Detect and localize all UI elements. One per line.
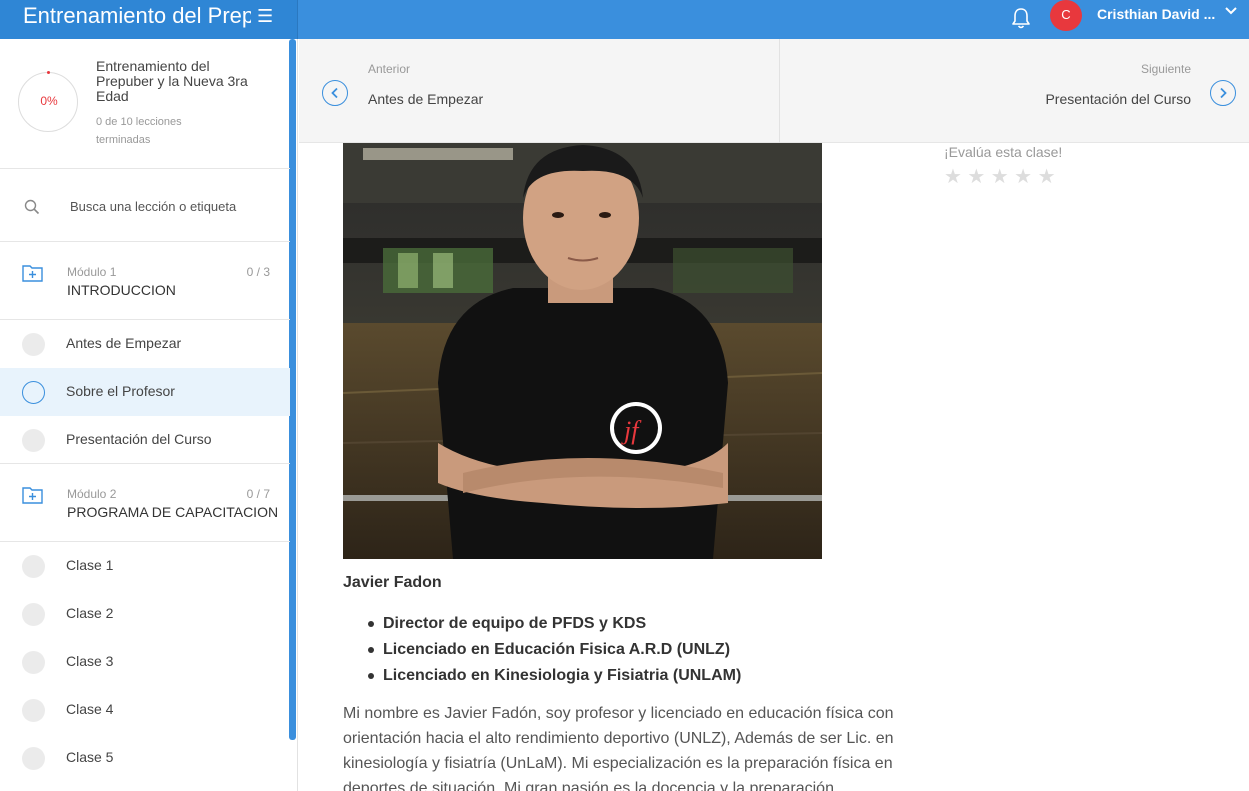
module-1[interactable]: Módulo 1 INTRODUCCION 0 / 3 <box>0 242 290 320</box>
brand-area: Entrenamiento del Prepuber y la Nueva 3r… <box>0 0 298 39</box>
course-header: 0% Entrenamiento del Prepuber y la Nueva… <box>0 39 290 169</box>
course-title: Entrenamiento del Prepuber y la Nueva 3r… <box>96 58 248 104</box>
previous-title: Antes de Empezar <box>368 91 484 107</box>
progress-tick <box>47 71 50 74</box>
bio-paragraph: Mi nombre es Javier Fadón, soy profesor … <box>343 705 894 791</box>
lesson-status-circle <box>22 555 45 578</box>
search-icon <box>24 199 40 215</box>
app-title[interactable]: Entrenamiento del Prepuber y la Nueva 3r… <box>23 3 251 29</box>
course-progress-text: 0 de 10 lecciones terminadas <box>96 116 182 146</box>
credentials-list: Director de equipo de PFDS y KDS Licenci… <box>367 611 741 689</box>
hamburger-icon[interactable]: ☰ <box>257 5 273 27</box>
lesson-navigation: Anterior Antes de Empezar Siguiente Pres… <box>299 39 1249 143</box>
lesson-label: Clase 3 <box>66 653 114 669</box>
rating-stars: ★ ★ ★ ★ ★ <box>944 166 1057 188</box>
rating-label: ¡Evalúa esta clase! <box>944 144 1063 160</box>
lesson-status-circle <box>22 333 45 356</box>
chevron-left-icon <box>322 80 348 106</box>
lesson-clase-4[interactable]: Clase 4 <box>0 686 290 734</box>
lesson-presentacion-del-curso[interactable]: Presentación del Curso <box>0 416 290 464</box>
lesson-label: Clase 4 <box>66 701 114 717</box>
next-title: Presentación del Curso <box>1045 91 1191 107</box>
instructor-photo: jf <box>343 143 822 559</box>
star-icon[interactable]: ★ <box>967 166 985 188</box>
credential-item: Licenciado en Educación Fisica A.R.D (UN… <box>367 637 741 663</box>
progress-ring: 0% <box>18 71 78 132</box>
lesson-clase-2[interactable]: Clase 2 <box>0 590 290 638</box>
lesson-status-circle <box>22 651 45 674</box>
user-name[interactable]: Cristhian David ... <box>1097 5 1215 23</box>
chevron-down-icon[interactable] <box>1224 4 1238 18</box>
sidebar: 0% Entrenamiento del Prepuber y la Nueva… <box>0 39 298 791</box>
chevron-right-icon <box>1210 80 1236 106</box>
lesson-search <box>0 169 290 242</box>
author-name: Javier Fadon <box>343 574 442 591</box>
lesson-status-circle <box>22 603 45 626</box>
lesson-status-circle <box>22 381 45 404</box>
lesson-sobre-el-profesor[interactable]: Sobre el Profesor <box>0 368 290 416</box>
lesson-antes-de-empezar[interactable]: Antes de Empezar <box>0 320 290 368</box>
lesson-label: Antes de Empezar <box>66 335 182 351</box>
star-icon[interactable]: ★ <box>1014 166 1032 188</box>
folder-plus-icon <box>22 265 43 282</box>
credential-item: Licenciado en Kinesiologia y Fisiatria (… <box>367 663 741 689</box>
lesson-label: Sobre el Profesor <box>66 383 175 399</box>
module-count: 0 / 7 <box>246 487 270 501</box>
lesson-clase-5[interactable]: Clase 5 <box>0 734 290 782</box>
progress-percent: 0% <box>40 94 58 108</box>
star-icon[interactable]: ★ <box>991 166 1009 188</box>
lesson-label: Clase 1 <box>66 557 114 573</box>
lesson-status-circle <box>22 699 45 722</box>
star-icon[interactable]: ★ <box>1038 166 1056 188</box>
credential-item: Director de equipo de PFDS y KDS <box>367 611 741 637</box>
lesson-status-circle <box>22 429 45 452</box>
previous-lesson-button[interactable]: Anterior Antes de Empezar <box>299 39 780 143</box>
module-name: INTRODUCCION <box>67 282 176 298</box>
module-number: Módulo 1 <box>67 265 117 279</box>
search-input[interactable] <box>70 195 270 217</box>
module-number: Módulo 2 <box>67 487 117 501</box>
star-icon[interactable]: ★ <box>944 166 962 188</box>
next-label: Siguiente <box>1140 62 1191 76</box>
lesson-clase-1[interactable]: Clase 1 <box>0 542 290 590</box>
lesson-label: Clase 2 <box>66 605 114 621</box>
module-name: PROGRAMA DE CAPACITACION <box>67 504 279 520</box>
lesson-label: Clase 5 <box>66 749 114 765</box>
sidebar-scrollbar[interactable] <box>289 39 296 740</box>
top-bar: Entrenamiento del Prepuber y la Nueva 3r… <box>0 0 1249 39</box>
lesson-status-circle <box>22 747 45 770</box>
bell-icon[interactable] <box>1010 6 1032 30</box>
lesson-clase-3[interactable]: Clase 3 <box>0 638 290 686</box>
next-lesson-button[interactable]: Siguiente Presentación del Curso <box>781 39 1249 143</box>
avatar[interactable]: C <box>1050 0 1082 31</box>
module-2[interactable]: Módulo 2 PROGRAMA DE CAPACITACION 0 / 7 <box>0 464 290 542</box>
module-count: 0 / 3 <box>246 265 270 279</box>
previous-label: Anterior <box>368 62 411 76</box>
folder-plus-icon <box>22 487 43 504</box>
lesson-label: Presentación del Curso <box>66 431 212 447</box>
